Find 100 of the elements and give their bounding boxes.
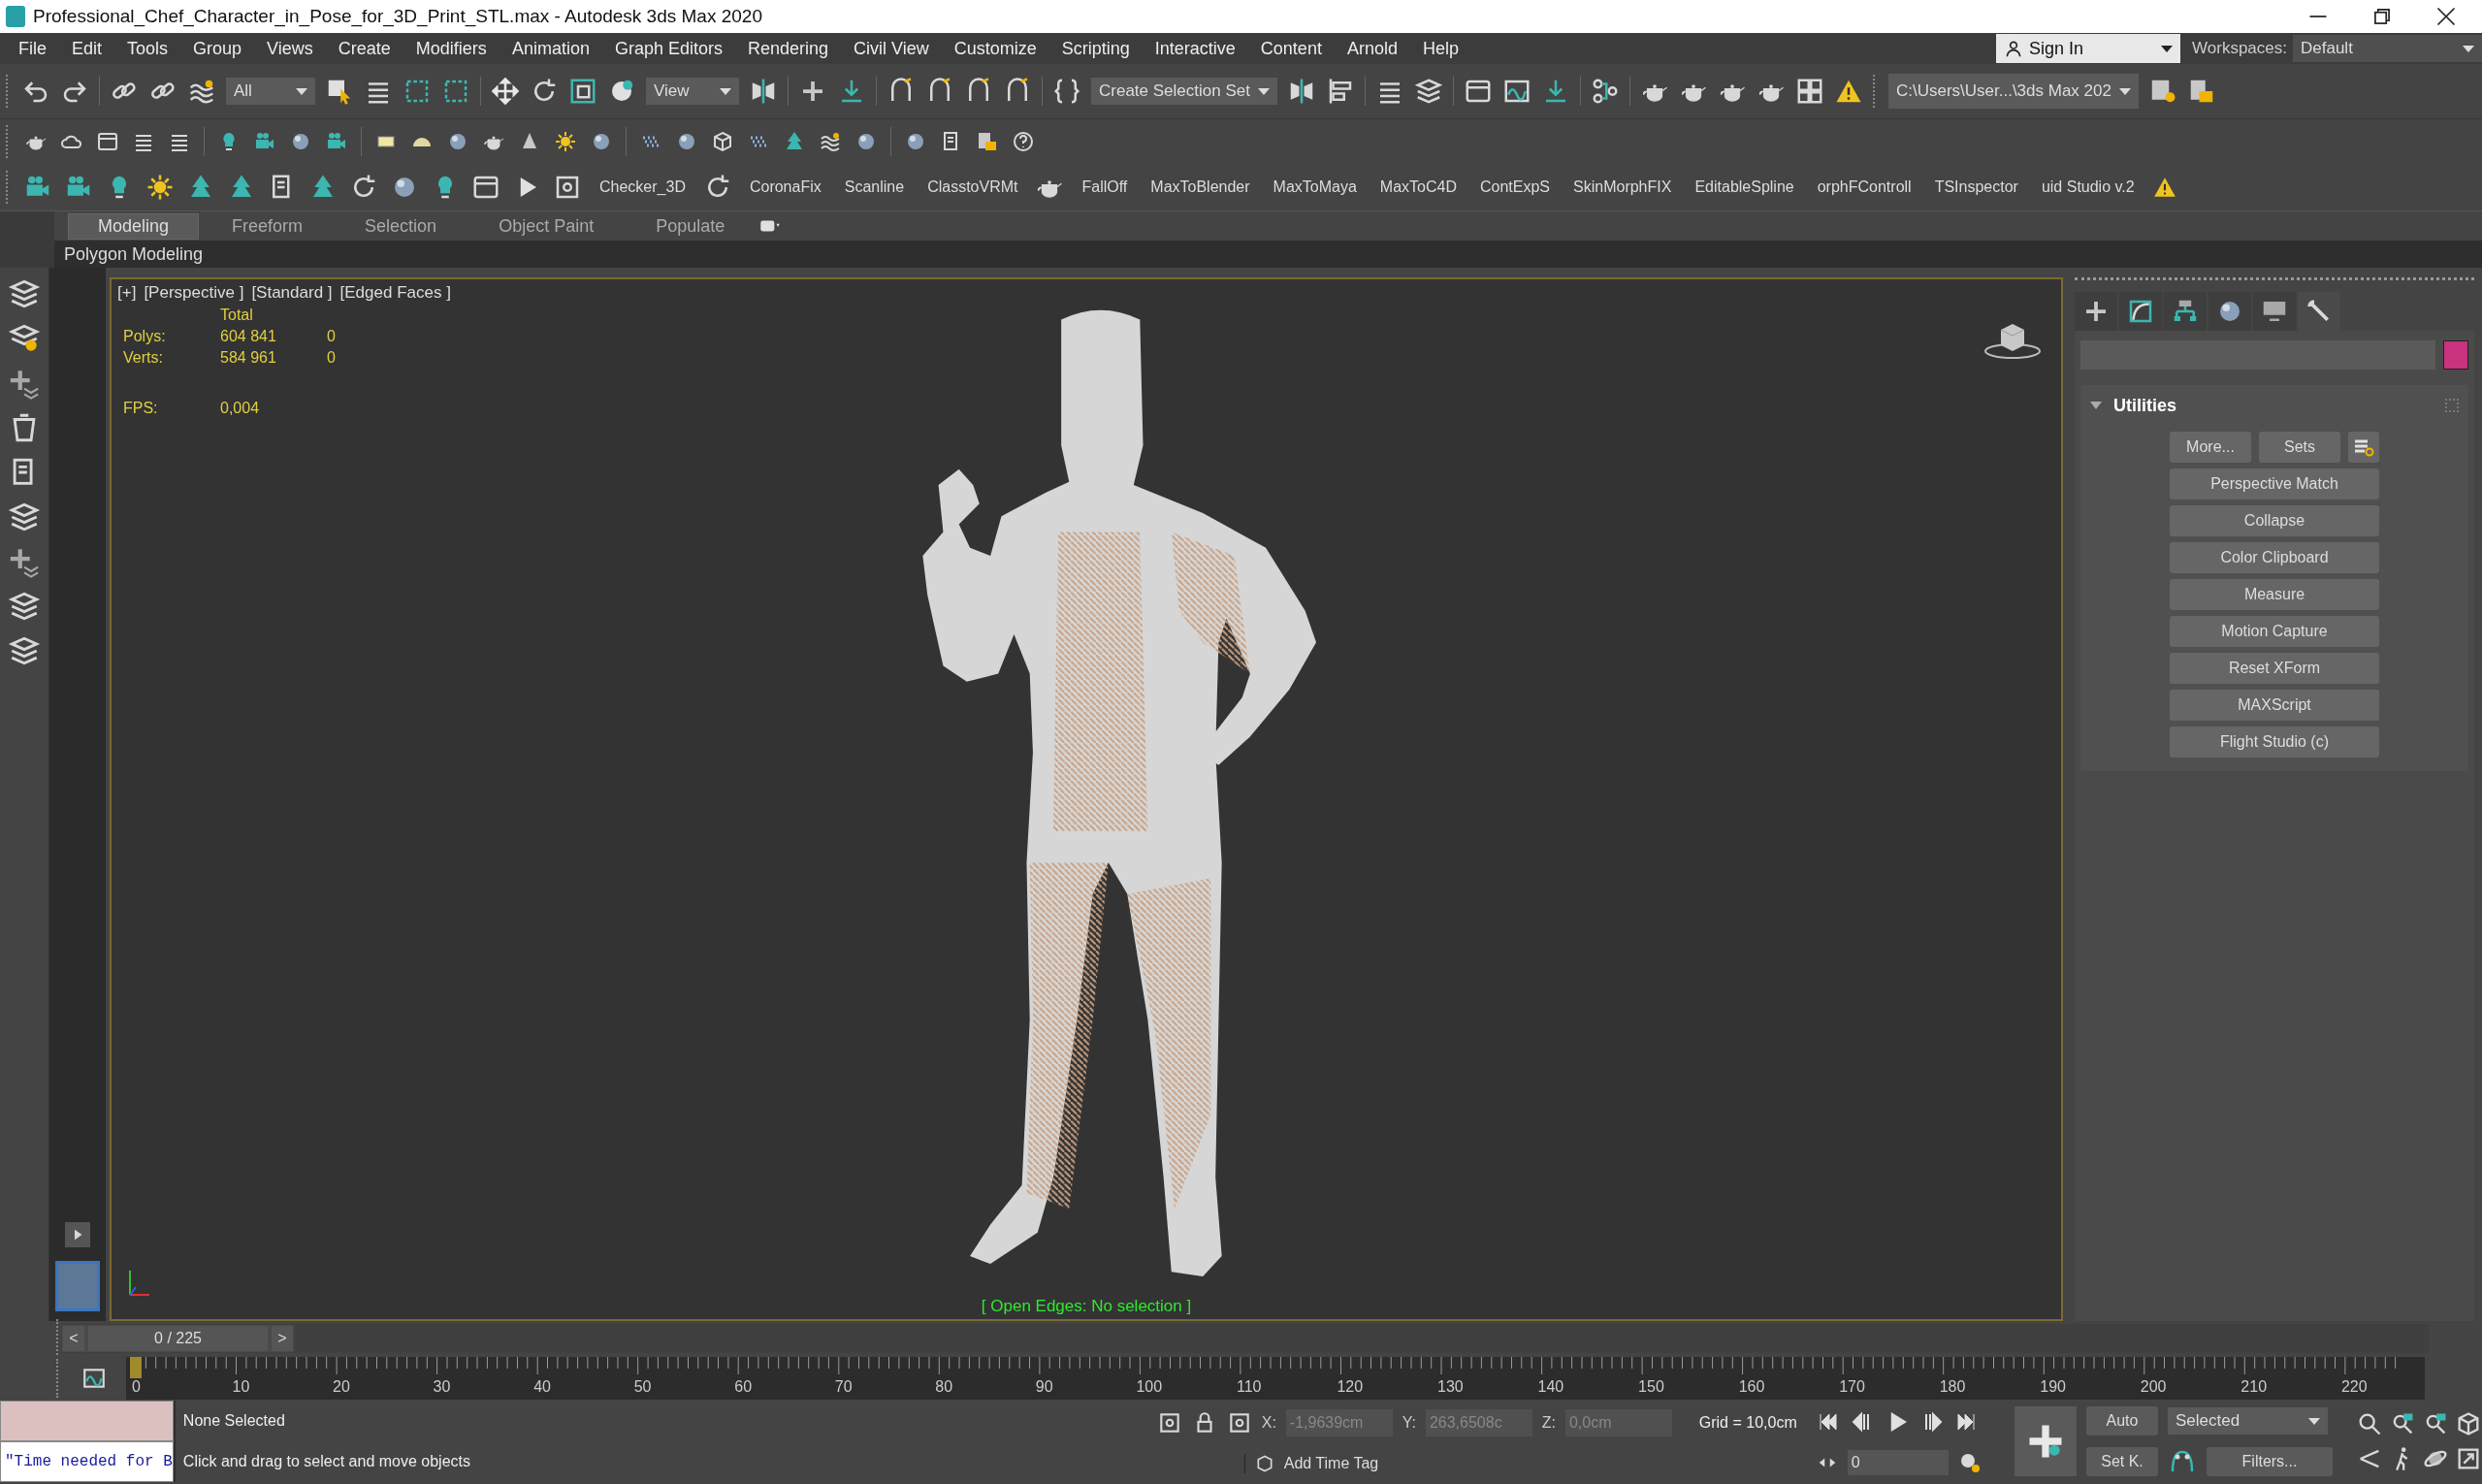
sun-icon[interactable]: [554, 130, 577, 153]
utility-button[interactable]: Reset XForm: [2170, 653, 2379, 684]
menu-item[interactable]: Edit: [59, 38, 115, 59]
viewport-label[interactable]: [Edged Faces ]: [339, 283, 451, 303]
scale-icon[interactable]: [568, 77, 597, 106]
collapse-arrow-icon[interactable]: [2090, 402, 2102, 409]
menu-item[interactable]: Animation: [499, 38, 602, 59]
previous-frame-button[interactable]: <: [63, 1326, 84, 1351]
add-time-tag-button[interactable]: Add Time Tag: [1243, 1454, 1379, 1473]
layers-icon[interactable]: [8, 590, 41, 623]
command-panel-tab[interactable]: [2208, 292, 2251, 331]
time-slider-marker[interactable]: [130, 1357, 142, 1378]
workspace-dropdown[interactable]: Default: [2293, 35, 2482, 62]
layers-icon[interactable]: [8, 277, 41, 310]
script-button[interactable]: MaxToC4D: [1373, 178, 1463, 196]
viewport-label[interactable]: [Perspective ]: [144, 283, 244, 303]
window-icon[interactable]: [96, 130, 119, 153]
menu-item[interactable]: File: [6, 38, 59, 59]
key-filters-button[interactable]: Filters...: [2207, 1447, 2333, 1476]
ribbon-tab[interactable]: Freeform: [203, 213, 333, 239]
script-button[interactable]: FallOff: [1076, 178, 1134, 196]
command-panel-tab[interactable]: [2253, 292, 2296, 331]
script-button[interactable]: Checker_3D: [594, 178, 692, 196]
selection-filter-dropdown[interactable]: All: [226, 78, 315, 105]
command-panel-tab[interactable]: [2164, 292, 2207, 331]
nodes-icon[interactable]: [1590, 77, 1620, 106]
track-bar[interactable]: 0 10 20 30 40 50 60 70 80 90 100 110 120 130 140 150 160 170 180 190 200 210 220: [126, 1357, 2425, 1400]
wave-icon[interactable]: [819, 130, 842, 153]
menu-item[interactable]: Views: [254, 38, 326, 59]
menu-item[interactable]: Civil View: [841, 38, 942, 59]
rollout-title[interactable]: Utilities: [2113, 395, 2176, 416]
selection-set-dropdown[interactable]: Create Selection Set: [1091, 78, 1277, 105]
time-slider-thumb[interactable]: < 0 / 225 >: [62, 1325, 294, 1352]
menu-item[interactable]: Arnold: [1334, 38, 1410, 59]
menu-item[interactable]: Content: [1247, 38, 1335, 59]
menu-item[interactable]: Help: [1409, 38, 1471, 59]
utility-button[interactable]: Flight Studio (c): [2170, 726, 2379, 758]
curve-icon[interactable]: [81, 1366, 107, 1391]
menu-item[interactable]: Tools: [114, 38, 181, 59]
menu-item[interactable]: Interactive: [1142, 38, 1248, 59]
menu-item[interactable]: Group: [180, 38, 255, 59]
utility-button[interactable]: Color Clipboard: [2170, 542, 2379, 573]
current-frame-field[interactable]: 0: [1847, 1450, 1949, 1475]
settings-button[interactable]: [2348, 432, 2379, 463]
script-button[interactable]: TSInspector: [1928, 178, 2024, 196]
utility-button[interactable]: Measure: [2170, 579, 2379, 610]
expand-button[interactable]: [65, 1222, 90, 1247]
object-color-swatch[interactable]: [2443, 340, 2468, 370]
ribbon-panel-label[interactable]: Polygon Modeling: [54, 243, 213, 265]
utility-button[interactable]: More...: [2170, 432, 2251, 463]
viewport[interactable]: [+] [Perspective ] [Standard ] [Edged Faces ] Total Polys: 604 841 0 Verts: 584 961 0 FPS: 0,004 [ Open Edges: No selection ]: [110, 277, 2063, 1321]
menu-item[interactable]: Create: [325, 38, 403, 59]
menu-item[interactable]: Customize: [941, 38, 1049, 59]
folder-icon[interactable]: [976, 130, 999, 153]
script-button[interactable]: EditableSpline: [1689, 178, 1800, 196]
ribbon-tab[interactable]: Populate: [627, 213, 755, 239]
menu-item[interactable]: Graph Editors: [601, 38, 735, 59]
sun-icon[interactable]: [145, 173, 175, 202]
script-button[interactable]: orphFControll: [1811, 178, 1918, 196]
menu-item[interactable]: Rendering: [735, 38, 842, 59]
grip-icon[interactable]: [2445, 399, 2459, 412]
menu-item[interactable]: Modifiers: [403, 38, 500, 59]
reference-coordinate-dropdown[interactable]: View: [646, 78, 739, 105]
listener-output-field[interactable]: [0, 1401, 174, 1441]
ribbon-tab[interactable]: Modeling: [68, 212, 200, 240]
ribbon-tab[interactable]: Object Paint: [469, 213, 624, 239]
time-slider-track[interactable]: < 0 / 225 >: [62, 1324, 2429, 1353]
viewport-label[interactable]: [+]: [117, 283, 137, 303]
command-panel-tab[interactable]: [2075, 292, 2117, 331]
utility-button[interactable]: Collapse: [2170, 505, 2379, 536]
sign-in-button[interactable]: Sign In: [1996, 34, 2181, 63]
set-key-mode-button[interactable]: Set K.: [2086, 1447, 2158, 1476]
utility-button[interactable]: Perspective Match: [2170, 468, 2379, 500]
utility-button[interactable]: Motion Capture: [2170, 616, 2379, 647]
ribbon-tab[interactable]: Selection: [336, 213, 467, 239]
script-button[interactable]: SkinMorphFIX: [1567, 178, 1678, 196]
viewport-label[interactable]: [Standard ]: [251, 283, 333, 303]
script-button[interactable]: CoronaFix: [743, 178, 827, 196]
layers-icon[interactable]: [8, 500, 41, 533]
script-button[interactable]: ContExpS: [1474, 178, 1557, 196]
key-filter-dropdown[interactable]: Selected: [2168, 1407, 2328, 1435]
script-button[interactable]: ClasstoVRMt: [921, 178, 1024, 196]
command-panel-tab[interactable]: [2119, 292, 2162, 331]
utility-button[interactable]: MAXScript: [2170, 690, 2379, 721]
script-button[interactable]: MaxToMaya: [1267, 178, 1363, 196]
project-path-dropdown[interactable]: C:\Users\User...\3ds Max 202: [1887, 74, 2139, 109]
move-icon[interactable]: [491, 77, 520, 106]
set-key-button[interactable]: [2014, 1406, 2077, 1476]
braces-icon[interactable]: [1052, 77, 1081, 106]
script-button[interactable]: MaxToBlender: [1144, 178, 1256, 196]
help-icon[interactable]: [1012, 130, 1035, 153]
auto-key-button[interactable]: Auto: [2086, 1406, 2158, 1436]
layers-icon[interactable]: [8, 634, 41, 667]
listener-input-field[interactable]: "Time needed for B: [0, 1441, 174, 1482]
next-frame-button[interactable]: >: [272, 1326, 293, 1351]
menu-item[interactable]: Scripting: [1048, 38, 1143, 59]
command-panel-tab[interactable]: [2298, 292, 2340, 331]
layers-icon[interactable]: [1413, 77, 1443, 106]
script-button[interactable]: Scanline: [838, 178, 911, 196]
utility-button[interactable]: Sets: [2259, 432, 2340, 463]
